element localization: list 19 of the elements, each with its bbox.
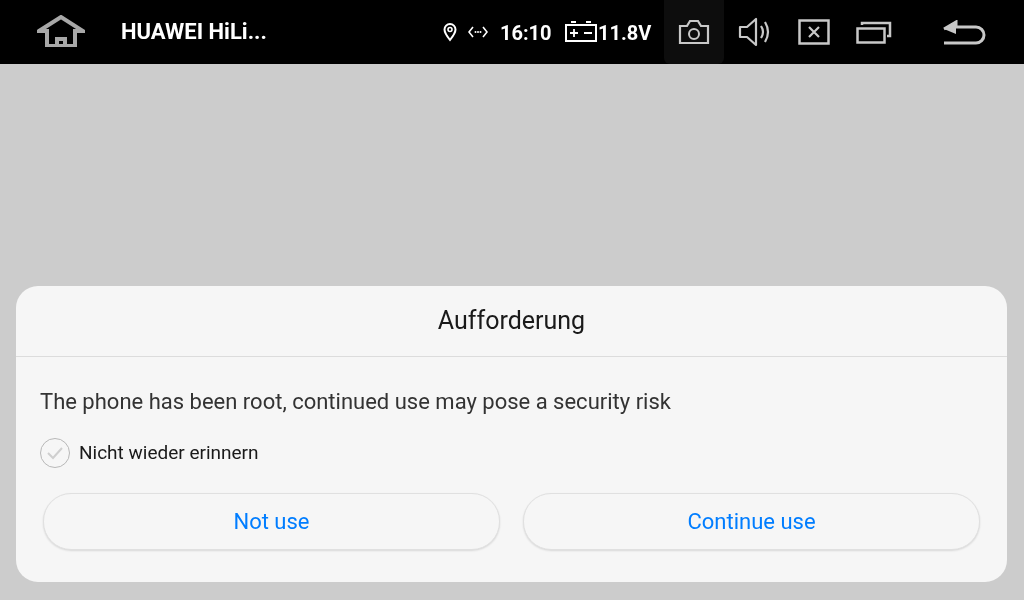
dialog-title: Aufforderung [437, 305, 586, 338]
home-icon[interactable] [37, 15, 85, 47]
camera-icon [678, 19, 710, 45]
data-transfer-icon [468, 25, 488, 39]
checkbox-label: Nicht wieder erinnern [79, 439, 259, 466]
location-icon [443, 23, 457, 42]
dialog-message: The phone has been root, continued use may pose a security risk [40, 388, 672, 416]
clock: 16:10 [500, 20, 552, 46]
voltage-reading: 11.8V [598, 20, 652, 46]
dialog-button[interactable]: Continue use [523, 493, 980, 550]
camera-button[interactable] [664, 0, 724, 64]
battery-icon [565, 21, 597, 43]
dialog-button[interactable]: Not use [43, 493, 500, 550]
app-title: HUAWEI HiLi... [121, 18, 267, 46]
check-icon [46, 446, 64, 460]
volume-icon[interactable] [738, 17, 772, 47]
back-icon[interactable] [942, 20, 988, 46]
recent-apps-icon[interactable] [856, 20, 892, 44]
close-icon[interactable] [798, 19, 830, 45]
